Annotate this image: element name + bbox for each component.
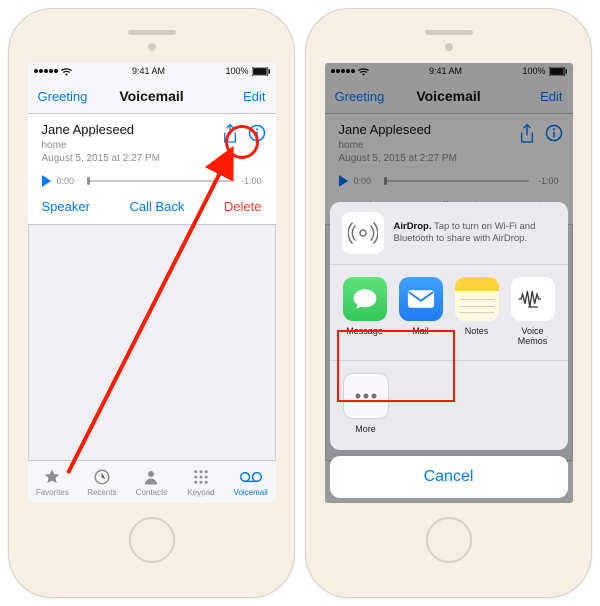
play-button[interactable] [42, 175, 51, 187]
remaining-time: -1:00 [238, 176, 262, 186]
tab-bar: Favorites Recents Contacts Keypad Voicem… [28, 460, 276, 503]
nav-title: Voicemail [119, 88, 183, 104]
info-button[interactable] [248, 124, 266, 142]
app-label: Voice Memos [508, 326, 558, 346]
tab-recents[interactable]: Recents [77, 461, 127, 503]
signal-dots-icon [34, 69, 58, 73]
contact-icon [142, 468, 160, 486]
voicemail-card: Jane Appleseed home August 5, 2015 at 2:… [28, 114, 276, 225]
phone-speaker-grill [128, 30, 176, 35]
tab-label: Recents [87, 488, 116, 497]
tab-keypad[interactable]: Keypad [176, 461, 226, 503]
action-label: More [355, 424, 376, 434]
share-app-voicememos[interactable]: Voice Memos [508, 277, 558, 346]
voicemail-player: 0:00 -1:00 [28, 169, 276, 193]
airdrop-icon [348, 218, 378, 248]
clock-icon [93, 468, 111, 486]
voicemail-label: home [42, 139, 222, 152]
annotation-box [337, 330, 455, 402]
tab-label: Keypad [188, 488, 215, 497]
wifi-icon [61, 67, 72, 76]
airdrop-tile [342, 212, 384, 254]
nav-bar: Greeting Voicemail Edit [28, 79, 276, 114]
callback-button[interactable]: Call Back [129, 199, 184, 214]
tab-label: Favorites [36, 488, 69, 497]
tab-contacts[interactable]: Contacts [127, 461, 177, 503]
screen-right: 9:41 AM 100% Greeting Voicemail Edit Jan… [325, 63, 573, 503]
iphone-left: 9:41 AM 100% Greeting Voicemail Edit Jan… [8, 8, 295, 598]
voicemail-icon [240, 468, 262, 486]
airdrop-row[interactable]: AirDrop. Tap to turn on Wi-Fi and Blueto… [330, 202, 568, 265]
status-time: 9:41 AM [72, 66, 226, 76]
phone-front-camera [445, 43, 453, 51]
share-panel: AirDrop. Tap to turn on Wi-Fi and Blueto… [330, 202, 568, 450]
home-button[interactable] [129, 517, 175, 563]
home-button[interactable] [426, 517, 472, 563]
mail-icon [407, 289, 435, 309]
tab-label: Voicemail [234, 488, 268, 497]
delete-button[interactable]: Delete [224, 199, 262, 214]
voicememos-icon [517, 287, 549, 311]
nav-edit-button[interactable]: Edit [215, 89, 265, 104]
voicemail-caller-name: Jane Appleseed [42, 122, 222, 137]
app-label: Notes [465, 326, 489, 336]
voicemail-date: August 5, 2015 at 2:27 PM [42, 152, 222, 165]
tab-label: Contacts [136, 488, 168, 497]
screen-left: 9:41 AM 100% Greeting Voicemail Edit Jan… [28, 63, 276, 503]
star-icon [43, 468, 61, 486]
phone-front-camera [148, 43, 156, 51]
battery-icon [252, 67, 270, 76]
tab-voicemail[interactable]: Voicemail [226, 461, 276, 503]
share-icon [222, 124, 238, 144]
phone-speaker-grill [425, 30, 473, 35]
nav-greeting-button[interactable]: Greeting [38, 89, 88, 104]
elapsed-time: 0:00 [57, 176, 81, 186]
share-app-notes[interactable]: Notes [452, 277, 502, 346]
tab-favorites[interactable]: Favorites [28, 461, 78, 503]
info-icon [248, 124, 266, 142]
share-cancel-button[interactable]: Cancel [330, 456, 568, 498]
share-button[interactable] [222, 124, 238, 144]
iphone-right: 9:41 AM 100% Greeting Voicemail Edit Jan… [305, 8, 592, 598]
airdrop-text: AirDrop. Tap to turn on Wi-Fi and Blueto… [394, 221, 556, 245]
speaker-button[interactable]: Speaker [42, 199, 90, 214]
keypad-icon [192, 468, 210, 486]
playback-scrubber[interactable] [87, 180, 232, 182]
message-icon [352, 287, 378, 311]
status-bar: 9:41 AM 100% [28, 63, 276, 79]
battery-pct: 100% [225, 66, 248, 76]
